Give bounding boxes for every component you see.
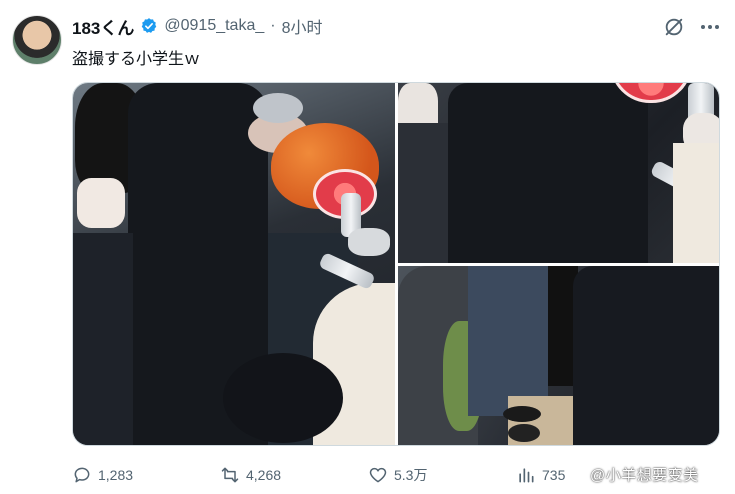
watermark: @小羊想要变美: [590, 467, 699, 484]
tweet-header: 183くん @0915_taka_ · 8小时: [72, 14, 323, 39]
verified-badge-icon: [142, 18, 157, 33]
grok-icon[interactable]: [663, 16, 685, 38]
avatar[interactable]: [12, 15, 62, 65]
user-handle[interactable]: @0915_taka_: [164, 17, 264, 35]
like-count: 5.3万: [394, 467, 428, 483]
view-count: 735: [542, 467, 566, 483]
media-grid: [72, 82, 720, 446]
like-icon: [369, 467, 387, 483]
photo-3[interactable]: [398, 266, 719, 445]
retweet-button[interactable]: 4,268: [220, 465, 368, 485]
like-button[interactable]: 5.3万: [368, 465, 516, 485]
reply-icon: [74, 467, 90, 483]
photo-1[interactable]: [73, 83, 395, 445]
tweet-text: 盗撮する小学生ｗ: [72, 51, 201, 68]
photo-2[interactable]: [398, 83, 719, 263]
views-icon: [519, 468, 534, 483]
display-name[interactable]: 183くん: [72, 14, 134, 39]
separator-dot: ·: [270, 17, 276, 34]
retweet-icon: [221, 467, 239, 483]
reply-button[interactable]: 1,283: [72, 465, 220, 485]
reply-count: 1,283: [98, 467, 134, 483]
more-icon[interactable]: [698, 16, 722, 38]
timestamp[interactable]: 8小时: [282, 14, 323, 38]
retweet-count: 4,268: [246, 467, 282, 483]
